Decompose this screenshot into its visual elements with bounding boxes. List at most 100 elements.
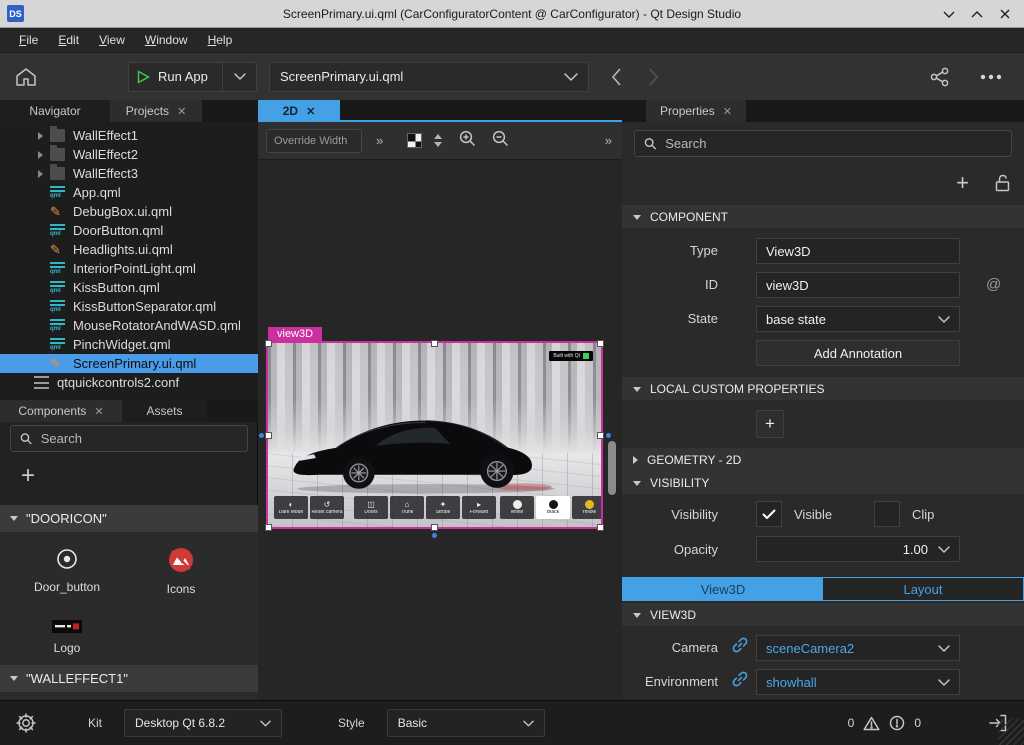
doors-button[interactable]: ◫Doors [354, 496, 388, 519]
maximize-button[interactable] [966, 4, 988, 24]
view3d-component[interactable]: Built with Qt ◐Dark Mode ↺Reset camera ◫… [268, 343, 601, 527]
add-annotation-button[interactable]: Add Annotation [756, 340, 960, 366]
tab-assets[interactable]: Assets [122, 400, 207, 422]
resize-handle-bottom-right[interactable] [597, 524, 604, 531]
camera-dropdown[interactable]: sceneCamera2 [756, 635, 960, 661]
section-view3d[interactable]: VIEW3D [622, 603, 1024, 626]
component-icons[interactable]: Icons [136, 546, 226, 596]
error-circle-icon[interactable] [889, 715, 905, 731]
binding-link-icon[interactable] [732, 637, 748, 653]
back-button[interactable] [611, 68, 622, 86]
tree-item-qtquickcontrols-conf[interactable]: qtquickcontrols2.conf [0, 373, 258, 392]
subtab-layout[interactable]: Layout [823, 578, 1023, 600]
tree-item-headlights[interactable]: ✎Headlights.ui.qml [0, 240, 258, 259]
warning-triangle-icon[interactable] [863, 716, 880, 731]
expand-caret-icon[interactable] [38, 132, 43, 140]
visible-checkbox-checked[interactable] [756, 501, 782, 527]
close-icon[interactable]: ✕ [723, 105, 732, 118]
share-icon[interactable] [930, 67, 950, 87]
forward-button[interactable]: ▸Forward [462, 496, 496, 519]
resize-grip[interactable] [998, 719, 1024, 745]
add-property-button[interactable]: + [956, 170, 969, 196]
tree-item-app-qml[interactable]: qmlApp.qml [0, 183, 258, 202]
close-icon[interactable]: ✕ [306, 105, 315, 118]
tab-projects[interactable]: Projects✕ [110, 100, 202, 122]
tree-item-interiorpointlight[interactable]: qmlInteriorPointLight.qml [0, 259, 258, 278]
unlock-icon[interactable] [995, 174, 1010, 192]
tab-2d[interactable]: 2D✕ [258, 100, 340, 122]
binding-link-icon[interactable] [732, 671, 748, 687]
components-search-input[interactable] [41, 431, 238, 446]
strobe-button[interactable]: ✦Strobe [426, 496, 460, 519]
dark-mode-button[interactable]: ◐Dark Mode [274, 496, 308, 519]
environment-dropdown[interactable]: showhall [756, 669, 960, 695]
color-black-button-selected[interactable]: Black [536, 496, 570, 519]
tree-item-walleffect1[interactable]: WallEffect1 [0, 126, 258, 145]
properties-search-input[interactable] [665, 136, 1002, 151]
design-canvas[interactable]: view3D [258, 160, 622, 700]
menu-help[interactable]: Help [199, 30, 242, 50]
add-module-button[interactable]: + [14, 462, 42, 490]
menu-window[interactable]: Window [136, 30, 197, 50]
tree-item-debugbox[interactable]: ✎DebugBox.ui.qml [0, 202, 258, 221]
id-input[interactable] [766, 278, 950, 293]
override-width-input[interactable] [266, 129, 362, 153]
overflow-chevrons-icon[interactable]: » [376, 133, 383, 148]
tab-components[interactable]: Components✕ [0, 400, 122, 422]
menu-edit[interactable]: Edit [49, 30, 88, 50]
menu-view[interactable]: View [90, 30, 134, 50]
alias-export-icon[interactable]: @ [986, 276, 1001, 293]
clip-checkbox-unchecked[interactable] [874, 501, 900, 527]
resize-handle-mid-left[interactable] [265, 432, 272, 439]
overflow-chevrons-icon[interactable]: » [605, 133, 612, 148]
close-button[interactable] [994, 4, 1016, 24]
kit-dropdown[interactable]: Desktop Qt 6.8.2 [124, 709, 282, 737]
home-button[interactable] [6, 57, 46, 97]
zoom-in-button[interactable] [459, 130, 476, 152]
zoom-out-button[interactable] [492, 130, 509, 152]
component-logo[interactable]: Logo [22, 620, 112, 655]
opacity-field[interactable]: 1.00 [756, 536, 960, 562]
section-walleffect1[interactable]: "WALLEFFECT1" [0, 665, 258, 692]
minimize-button[interactable] [938, 4, 960, 24]
type-field[interactable] [756, 238, 960, 264]
components-search[interactable] [10, 425, 248, 452]
type-input[interactable] [766, 244, 950, 259]
tree-item-walleffect2[interactable]: WallEffect2 [0, 145, 258, 164]
forward-button[interactable] [648, 68, 659, 86]
resize-handle-top-left[interactable] [265, 340, 272, 347]
tree-item-screenprimary-selected[interactable]: ✎ScreenPrimary.ui.qml [0, 354, 258, 373]
tree-item-walleffect3[interactable]: WallEffect3 [0, 164, 258, 183]
trunk-button[interactable]: ⌂Trunk [390, 496, 424, 519]
color-white-button[interactable]: White [500, 496, 534, 519]
tree-item-doorbutton[interactable]: qmlDoorButton.qml [0, 221, 258, 240]
add-custom-property-button[interactable]: + [756, 410, 784, 438]
resize-handle-mid-right[interactable] [597, 432, 604, 439]
close-icon[interactable]: ✕ [177, 105, 186, 118]
open-document-dropdown[interactable]: ScreenPrimary.ui.qml [269, 62, 589, 92]
background-checker-toggle[interactable] [407, 133, 422, 148]
section-component[interactable]: COMPONENT [622, 205, 1024, 228]
section-local-custom-properties[interactable]: LOCAL CUSTOM PROPERTIES [622, 377, 1024, 400]
resize-handle-bottom-left[interactable] [265, 524, 272, 531]
style-dropdown[interactable]: Basic [387, 709, 545, 737]
more-options-icon[interactable] [980, 74, 1002, 80]
expand-caret-icon[interactable] [38, 151, 43, 159]
component-door-button[interactable]: Door_button [22, 546, 112, 594]
run-target-dropdown[interactable] [223, 62, 257, 92]
resize-handle-top-center[interactable] [431, 340, 438, 347]
subtab-view3d[interactable]: View3D [623, 578, 823, 600]
close-icon[interactable]: ✕ [94, 405, 103, 418]
tree-item-mouserotator[interactable]: qmlMouseRotatorAndWASD.qml [0, 316, 258, 335]
properties-search[interactable] [634, 130, 1012, 157]
zoom-level-stepper[interactable] [434, 134, 442, 147]
section-geometry-2d[interactable]: GEOMETRY - 2D [622, 448, 1024, 471]
color-yellow-button[interactable]: Yellow [572, 496, 601, 519]
section-dooricon[interactable]: "DOORICON" [0, 505, 258, 532]
run-app-button[interactable]: Run App [128, 62, 223, 92]
tab-properties[interactable]: Properties✕ [646, 100, 746, 122]
tab-navigator[interactable]: Navigator [0, 100, 110, 122]
tree-item-pinchwidget[interactable]: qmlPinchWidget.qml [0, 335, 258, 354]
state-dropdown[interactable]: base state [756, 306, 960, 332]
selection-type-label[interactable]: view3D [268, 327, 322, 342]
